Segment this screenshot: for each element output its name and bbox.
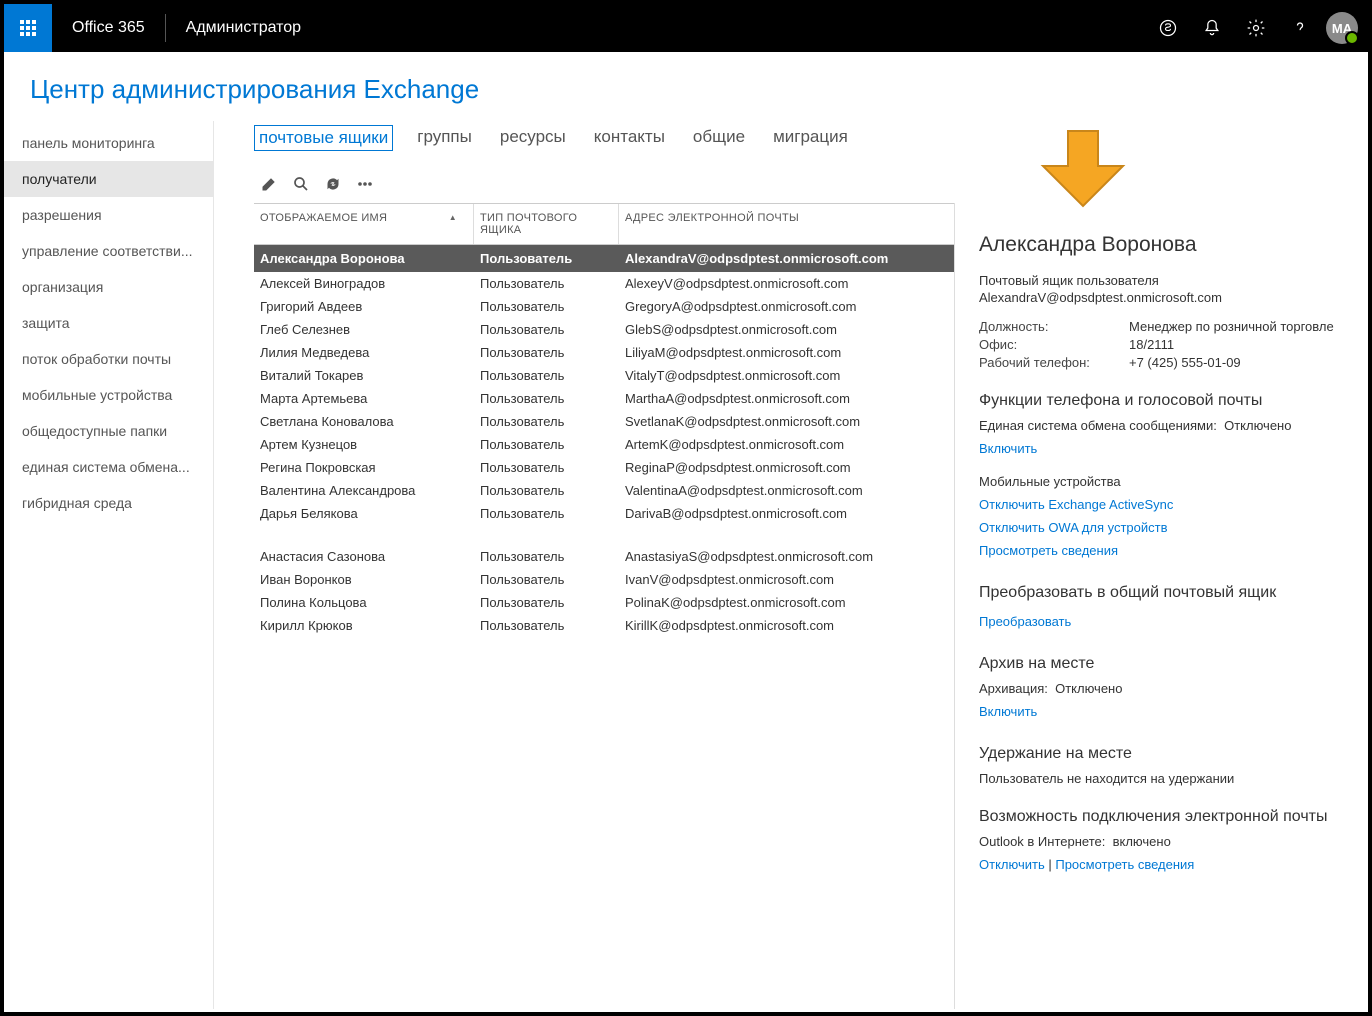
table-row[interactable]: Алексей ВиноградовПользовательAlexeyV@od… bbox=[254, 272, 954, 295]
table-row[interactable]: Глеб СелезневПользовательGlebS@odpsdptes… bbox=[254, 318, 954, 341]
details-pane: Александра Воронова Почтовый ящик пользо… bbox=[954, 203, 1368, 1009]
arrow-annotation bbox=[1028, 121, 1138, 214]
phone-features-heading: Функции телефона и голосовой почты bbox=[979, 392, 1348, 410]
owa-label: Outlook в Интернете: bbox=[979, 834, 1105, 849]
tabs: почтовые ящики группы ресурсы контакты общие… bbox=[254, 121, 1368, 171]
skype-icon[interactable] bbox=[1146, 4, 1190, 52]
notifications-icon[interactable] bbox=[1190, 4, 1234, 52]
convert-link[interactable]: Преобразовать bbox=[979, 614, 1071, 629]
tab-1[interactable]: группы bbox=[413, 125, 476, 151]
hold-status: Пользователь не находится на удержании bbox=[979, 771, 1348, 786]
sidebar-item-2[interactable]: разрешения bbox=[4, 197, 213, 233]
sidebar-item-6[interactable]: поток обработки почты bbox=[4, 341, 213, 377]
user-avatar[interactable]: MA bbox=[1326, 12, 1358, 44]
office-label: Офис: bbox=[979, 337, 1109, 352]
phone-label: Рабочий телефон: bbox=[979, 355, 1109, 370]
office-value: 18/2111 bbox=[1129, 337, 1174, 352]
convert-heading: Преобразовать в общий почтовый ящик bbox=[979, 584, 1348, 602]
waffle-icon bbox=[20, 20, 36, 36]
table-gap bbox=[254, 525, 954, 545]
sidebar-item-8[interactable]: общедоступные папки bbox=[4, 413, 213, 449]
table-row[interactable]: Марта АртемьеваПользовательMarthaA@odpsd… bbox=[254, 387, 954, 410]
app-launcher-button[interactable] bbox=[4, 4, 52, 52]
sidebar-item-3[interactable]: управление соответстви... bbox=[4, 233, 213, 269]
owa-value: включено bbox=[1113, 834, 1171, 849]
tab-2[interactable]: ресурсы bbox=[496, 125, 570, 151]
owa-disable-link[interactable]: Отключить bbox=[979, 857, 1045, 872]
table-row[interactable]: Иван ВоронковПользовательIvanV@odpsdptes… bbox=[254, 568, 954, 591]
table-row[interactable]: Кирилл КрюковПользовательKirillK@odpsdpt… bbox=[254, 614, 954, 637]
owa-view-link[interactable]: Просмотреть сведения bbox=[1055, 857, 1194, 872]
sidebar-item-7[interactable]: мобильные устройства bbox=[4, 377, 213, 413]
disable-eas-link[interactable]: Отключить Exchange ActiveSync bbox=[979, 497, 1173, 512]
brand-label: Office 365 bbox=[52, 19, 165, 37]
table-row[interactable]: Виталий ТокаревПользовательVitalyT@odpsd… bbox=[254, 364, 954, 387]
sidebar-item-0[interactable]: панель мониторинга bbox=[4, 125, 213, 161]
archive-value: Отключено bbox=[1055, 681, 1122, 696]
table-row[interactable]: Александра ВороноваПользовательAlexandra… bbox=[254, 245, 954, 272]
table-row[interactable]: Григорий АвдеевПользовательGregoryA@odps… bbox=[254, 295, 954, 318]
table-row[interactable]: Лилия МедведеваПользовательLiliyaM@odpsd… bbox=[254, 341, 954, 364]
detail-name: Александра Воронова bbox=[979, 233, 1348, 257]
tab-0[interactable]: почтовые ящики bbox=[254, 125, 393, 151]
um-label: Единая система обмена сообщениями: bbox=[979, 418, 1217, 433]
sidebar-item-9[interactable]: единая система обмена... bbox=[4, 449, 213, 485]
detail-email: AlexandraV@odpsdptest.onmicrosoft.com bbox=[979, 290, 1348, 305]
tab-4[interactable]: общие bbox=[689, 125, 749, 151]
sidebar-item-5[interactable]: защита bbox=[4, 305, 213, 341]
sidebar-item-4[interactable]: организация bbox=[4, 269, 213, 305]
refresh-icon[interactable] bbox=[324, 175, 342, 193]
view-mobile-details-link[interactable]: Просмотреть сведения bbox=[979, 543, 1118, 558]
table-row[interactable]: Регина ПокровскаяПользовательReginaP@odp… bbox=[254, 456, 954, 479]
link-separator: | bbox=[1048, 857, 1055, 872]
archive-label: Архивация: bbox=[979, 681, 1048, 696]
top-bar: Office 365 Администратор MA bbox=[4, 4, 1368, 52]
tab-5[interactable]: миграция bbox=[769, 125, 852, 151]
page-title: Центр администрирования Exchange bbox=[4, 52, 1368, 121]
table-row[interactable]: Артем КузнецовПользовательArtemK@odpsdpt… bbox=[254, 433, 954, 456]
search-icon[interactable] bbox=[292, 175, 310, 193]
um-enable-link[interactable]: Включить bbox=[979, 441, 1037, 456]
table-row[interactable]: Дарья БеляковаПользовательDarivaB@odpsdp… bbox=[254, 502, 954, 525]
hold-heading: Удержание на месте bbox=[979, 745, 1348, 763]
column-email[interactable]: АДРЕС ЭЛЕКТРОННОЙ ПОЧТЫ bbox=[619, 204, 954, 244]
help-icon[interactable] bbox=[1278, 4, 1322, 52]
connectivity-heading: Возможность подключения электронной почт… bbox=[979, 808, 1348, 826]
title-value: Менеджер по розничной торговле bbox=[1129, 319, 1334, 334]
sidebar-item-10[interactable]: гибридная среда bbox=[4, 485, 213, 521]
settings-icon[interactable] bbox=[1234, 4, 1278, 52]
disable-owa-link[interactable]: Отключить OWA для устройств bbox=[979, 520, 1168, 535]
role-label: Администратор bbox=[166, 19, 321, 37]
mailbox-table: ОТОБРАЖАЕМОЕ ИМЯ ТИП ПОЧТОВОГО ЯЩИКА АДР… bbox=[254, 203, 954, 1009]
sidebar-item-1[interactable]: получатели bbox=[4, 161, 213, 197]
more-icon[interactable] bbox=[356, 175, 374, 193]
phone-value: +7 (425) 555-01-09 bbox=[1129, 355, 1241, 370]
content-area: почтовые ящики группы ресурсы контакты общие… bbox=[214, 121, 1368, 1009]
um-value: Отключено bbox=[1224, 418, 1291, 433]
sidebar: панель мониторингаполучателиразрешенияуп… bbox=[4, 121, 214, 1009]
detail-mailbox-type: Почтовый ящик пользователя bbox=[979, 273, 1348, 288]
table-row[interactable]: Полина КольцоваПользовательPolinaK@odpsd… bbox=[254, 591, 954, 614]
mobile-heading: Мобильные устройства bbox=[979, 474, 1348, 489]
tab-3[interactable]: контакты bbox=[590, 125, 669, 151]
column-name[interactable]: ОТОБРАЖАЕМОЕ ИМЯ bbox=[254, 204, 474, 244]
toolbar bbox=[254, 171, 1368, 203]
table-row[interactable]: Валентина АлександроваПользовательValent… bbox=[254, 479, 954, 502]
title-label: Должность: bbox=[979, 319, 1109, 334]
table-row[interactable]: Анастасия СазоноваПользовательAnastasiya… bbox=[254, 545, 954, 568]
column-type[interactable]: ТИП ПОЧТОВОГО ЯЩИКА bbox=[474, 204, 619, 244]
edit-icon[interactable] bbox=[260, 175, 278, 193]
archive-heading: Архив на месте bbox=[979, 655, 1348, 673]
archive-enable-link[interactable]: Включить bbox=[979, 704, 1037, 719]
table-row[interactable]: Светлана КоноваловаПользовательSvetlanaK… bbox=[254, 410, 954, 433]
